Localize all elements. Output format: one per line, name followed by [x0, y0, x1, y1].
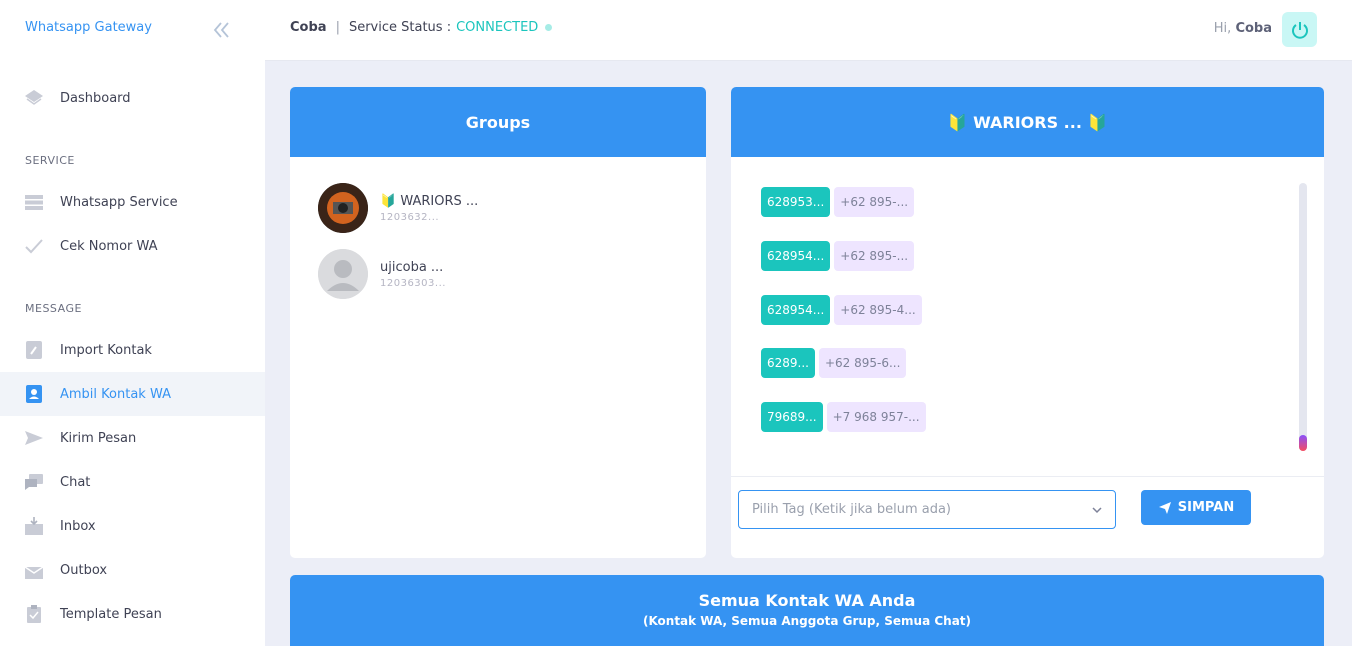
user-name: Coba [290, 20, 327, 35]
member-row: 628954... +62 895-... [761, 241, 915, 271]
member-number-badge: 628953... [761, 187, 831, 217]
member-formatted-badge: +62 895-4... [834, 295, 922, 325]
scrollbar-thumb[interactable] [1299, 435, 1307, 451]
group-avatar [318, 183, 368, 233]
outbox-icon [24, 560, 44, 580]
group-members-card: 🔰 WARIORS ... 🔰 628953... +62 895-... 62… [731, 87, 1324, 558]
section-title-service: SERVICE [25, 154, 75, 167]
sidebar-item-label: Dashboard [60, 90, 131, 106]
tag-select-placeholder: Pilih Tag (Ketik jika belum ada) [752, 502, 951, 517]
member-row: 6289... +62 895-6... [761, 348, 907, 378]
member-row: 79689... +7 968 957-... [761, 402, 926, 432]
sidebar-item-whatsapp-service[interactable]: Whatsapp Service [0, 180, 265, 224]
group-name: ujicoba ... [380, 259, 444, 275]
brand-title[interactable]: Whatsapp Gateway [25, 20, 152, 35]
group-name: 🔰 WARIORS ... [380, 193, 479, 209]
group-id: 12036303... [380, 277, 446, 289]
chevron-down-icon [1092, 507, 1102, 514]
default-avatar-icon [318, 249, 368, 299]
sidebar-item-chat[interactable]: Chat [0, 460, 265, 504]
member-number-badge: 79689... [761, 402, 823, 432]
member-number-badge: 628954... [761, 241, 831, 271]
member-formatted-badge: +7 968 957-... [826, 402, 926, 432]
sidebar-item-label: Kirim Pesan [60, 430, 137, 446]
sidebar-item-kirim-pesan[interactable]: Kirim Pesan [0, 416, 265, 460]
sidebar-item-label: Chat [60, 474, 91, 490]
contact-icon [24, 384, 44, 404]
sidebar-item-inbox[interactable]: Inbox [0, 504, 265, 548]
groups-card: Groups 🔰 WARIORS ... 1203632... ujicoba … [290, 87, 706, 558]
send-icon [1158, 501, 1171, 514]
divider [731, 476, 1324, 477]
greeting-name: Coba [1235, 21, 1272, 36]
members-list[interactable]: 628953... +62 895-... 628954... +62 895-… [761, 187, 1301, 457]
sidebar-item-dashboard[interactable]: Dashboard [0, 76, 265, 120]
inbox-icon [24, 516, 44, 536]
sidebar-item-label: Ambil Kontak WA [60, 386, 171, 402]
sidebar-item-label: Whatsapp Service [60, 194, 178, 210]
sidebar-item-import-kontak[interactable]: Import Kontak [0, 328, 265, 372]
group-id: 1203632... [380, 211, 440, 223]
member-number-badge: 6289... [761, 348, 815, 378]
send-icon [24, 428, 44, 448]
sidebar-item-outbox[interactable]: Outbox [0, 548, 265, 592]
sidebar-item-cek-nomor[interactable]: Cek Nomor WA [0, 224, 265, 268]
member-formatted-badge: +62 895-... [834, 241, 915, 271]
service-status-label: Service Status : [348, 20, 452, 35]
sidebar-item-label: Template Pesan [60, 606, 162, 622]
sidebar-item-label: Inbox [60, 518, 96, 534]
chat-icon [24, 472, 44, 492]
check-icon [24, 236, 44, 256]
sidebar-item-label: Outbox [60, 562, 108, 578]
logout-button[interactable] [1282, 12, 1317, 47]
groups-card-title: Groups [290, 87, 706, 157]
save-button[interactable]: SIMPAN [1141, 490, 1251, 525]
phone-book-icon [24, 340, 44, 360]
sidebar: Whatsapp Gateway Dashboard SERVICE Whats… [0, 0, 265, 646]
member-row: 628954... +62 895-4... [761, 295, 922, 325]
clipboard-icon [24, 604, 44, 624]
separator: | [335, 20, 340, 35]
power-icon [1291, 21, 1308, 39]
greeting-text: Hi, [1213, 21, 1232, 36]
status-dot-icon [545, 24, 553, 31]
layers-icon [24, 88, 44, 108]
all-contacts-subtitle: (Kontak WA, Semua Anggota Grup, Semua Ch… [642, 614, 972, 628]
sidebar-item-template-pesan[interactable]: Template Pesan [0, 592, 265, 636]
section-title-message: MESSAGE [25, 302, 82, 315]
all-contacts-card: Semua Kontak WA Anda (Kontak WA, Semua A… [290, 575, 1324, 646]
group-item[interactable]: ujicoba ... 12036303... [318, 249, 446, 299]
sidebar-item-label: Cek Nomor WA [60, 238, 158, 254]
save-button-label: SIMPAN [1177, 500, 1235, 515]
tag-select[interactable]: Pilih Tag (Ketik jika belum ada) [738, 490, 1116, 529]
sidebar-item-ambil-kontak[interactable]: Ambil Kontak WA [0, 372, 265, 416]
member-formatted-badge: +62 895-6... [818, 348, 907, 378]
all-contacts-title: Semua Kontak WA Anda [698, 591, 916, 610]
group-item[interactable]: 🔰 WARIORS ... 1203632... [318, 183, 478, 233]
sidebar-item-label: Import Kontak [60, 342, 152, 358]
collapse-sidebar-icon[interactable] [210, 20, 232, 40]
server-icon [24, 192, 44, 212]
topbar: Coba | Service Status : CONNECTED Hi, Co… [265, 0, 1352, 61]
greeting: Hi, Coba [1214, 21, 1272, 36]
members-scrollbar[interactable] [1299, 183, 1307, 451]
group-members-title: 🔰 WARIORS ... 🔰 [731, 87, 1324, 157]
member-formatted-badge: +62 895-... [834, 187, 915, 217]
member-number-badge: 628954... [761, 295, 831, 325]
member-row: 628953... +62 895-... [761, 187, 915, 217]
service-status-bar: Coba | Service Status : CONNECTED [290, 20, 553, 35]
service-status-value: CONNECTED [456, 20, 539, 35]
